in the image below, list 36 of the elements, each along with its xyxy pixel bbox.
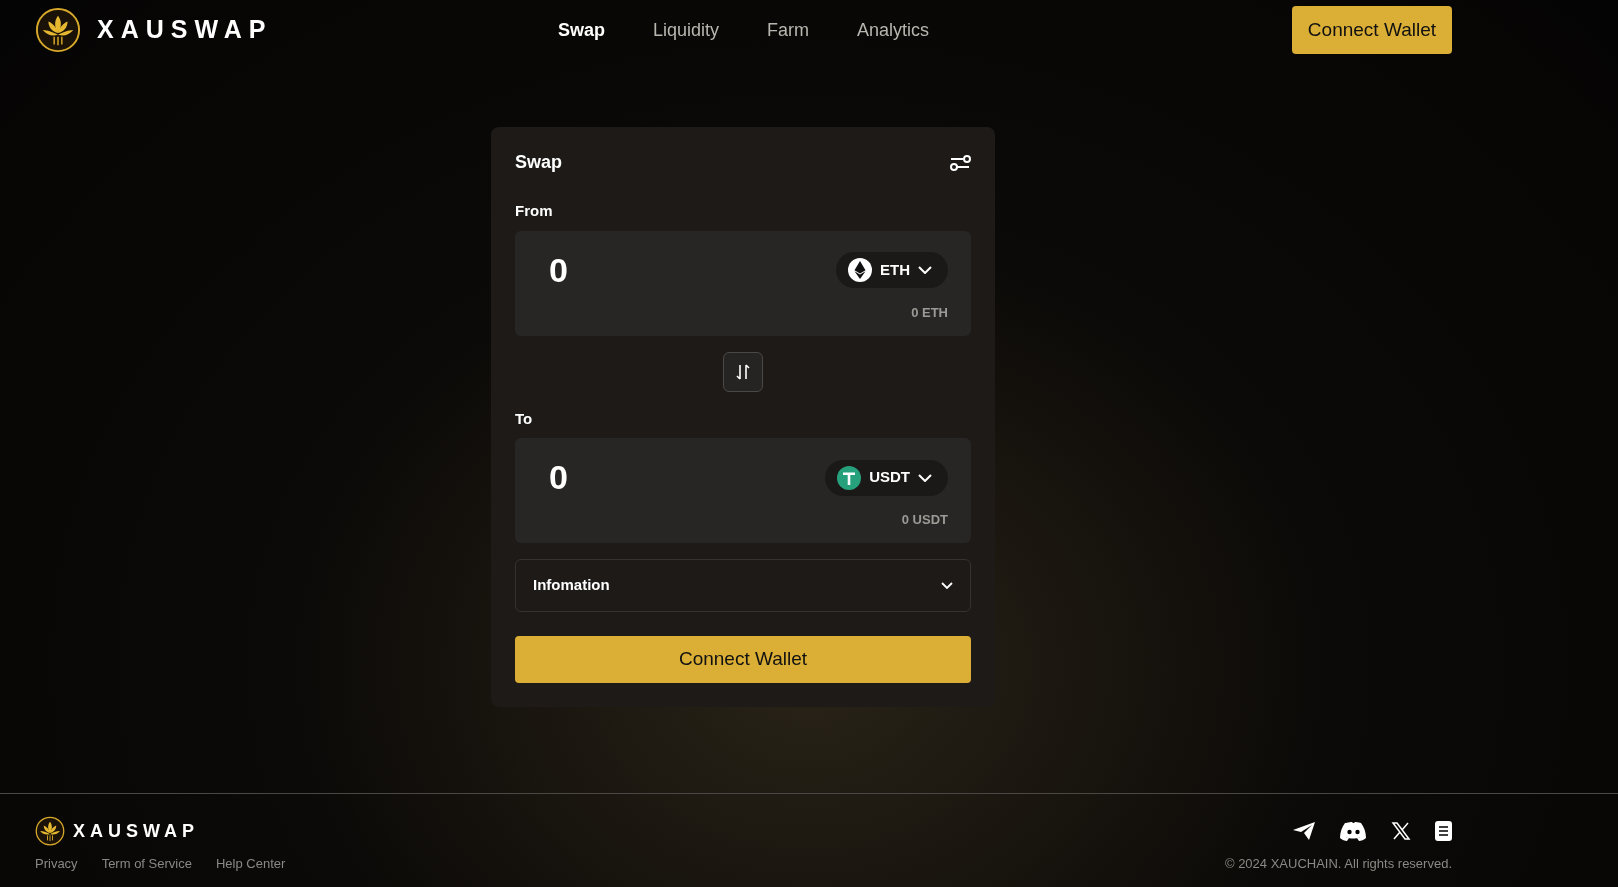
swap-direction-button[interactable]	[723, 351, 763, 392]
token-select-button[interactable]: USDT	[825, 459, 948, 496]
ethereum-icon	[848, 258, 872, 282]
tether-icon	[837, 465, 862, 490]
swap-arrows-icon	[735, 362, 751, 381]
brand-name: XAUSWAP	[97, 14, 273, 46]
nav-tab[interactable]: Farm	[767, 16, 809, 44]
token-balance: 0 ETH	[911, 304, 948, 320]
lotus-logo-icon	[35, 816, 65, 846]
nav-tab[interactable]: Swap	[557, 16, 605, 44]
chevron-down-icon	[941, 581, 953, 589]
information-dropdown[interactable]: Infomation	[515, 559, 971, 612]
document-icon[interactable]	[1435, 821, 1452, 841]
amount-input[interactable]: 0	[549, 452, 629, 503]
card-title: Swap	[515, 151, 562, 174]
copyright-text: © 2024 XAUCHAIN. All rights reserved.	[1224, 855, 1452, 873]
token-select-button[interactable]: ETH	[836, 252, 948, 288]
chevron-down-icon	[918, 473, 932, 482]
field-label: To	[515, 408, 534, 429]
footer-link[interactable]: Term of Service	[101, 854, 192, 874]
brand-name: XAUSWAP	[73, 819, 199, 843]
settings-icon[interactable]	[949, 153, 971, 172]
token-balance: 0 USDT	[901, 512, 948, 527]
game-controller-icon[interactable]	[1340, 821, 1367, 841]
amount-input[interactable]: 0	[549, 244, 629, 296]
field-label: From	[515, 201, 554, 221]
connect-wallet-button[interactable]: Connect Wallet	[1291, 6, 1452, 54]
connect-wallet-button[interactable]: Connect Wallet	[515, 635, 971, 683]
x-logo-icon[interactable]	[1391, 821, 1411, 841]
nav-tab[interactable]: Analytics	[857, 16, 930, 44]
lotus-logo-icon	[35, 7, 81, 53]
chevron-down-icon	[918, 266, 932, 274]
paper-plane-icon[interactable]	[1292, 821, 1316, 841]
footer-link[interactable]: Privacy	[35, 854, 78, 874]
footer-link[interactable]: Help Center	[215, 854, 286, 874]
nav-tab[interactable]: Liquidity	[652, 16, 719, 44]
